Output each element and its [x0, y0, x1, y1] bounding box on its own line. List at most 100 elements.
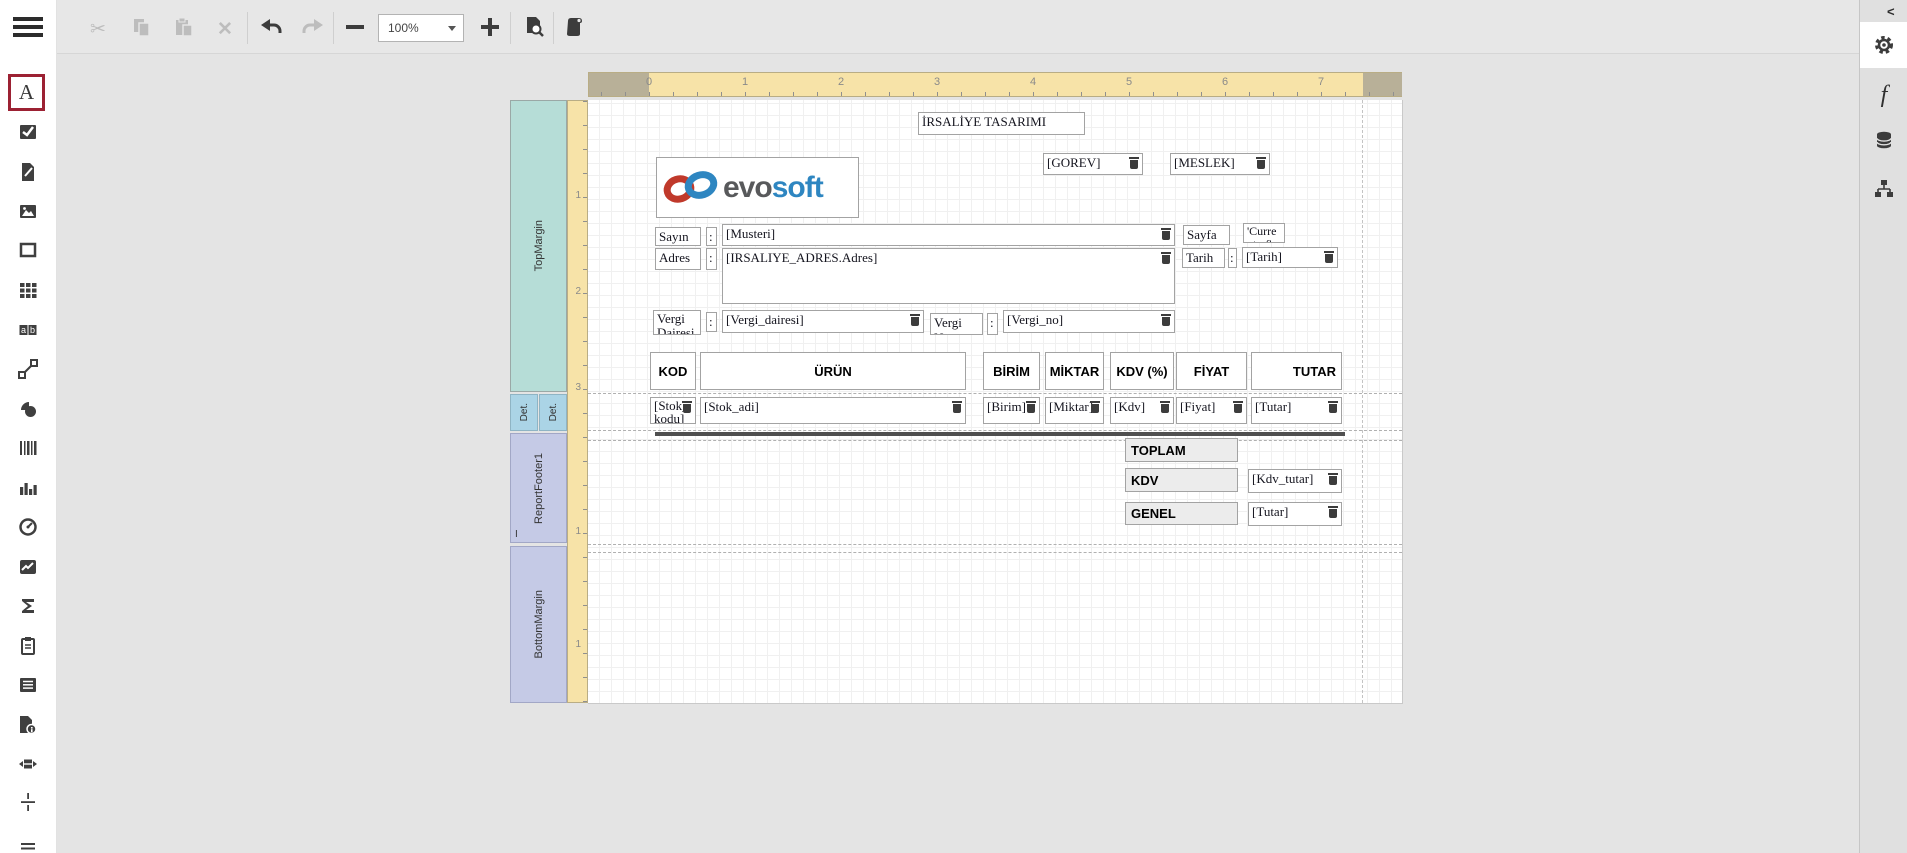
delete-field-icon[interactable]	[1129, 157, 1139, 169]
redo-button[interactable]	[300, 16, 326, 42]
report-explorer-tab[interactable]	[1860, 166, 1907, 212]
table-tool[interactable]	[17, 279, 39, 301]
undo-button[interactable]	[258, 16, 284, 42]
band-detail-report[interactable]: Det.	[510, 394, 538, 431]
stok-adi-field[interactable]: [Stok_adi]	[700, 397, 966, 424]
colon-box[interactable]: :	[706, 227, 717, 246]
header-tutar[interactable]: TUTAR	[1251, 352, 1342, 390]
report-title-field[interactable]: İRSALİYE TASARIMI	[918, 112, 1085, 135]
tutar-field[interactable]: [Tutar]	[1251, 397, 1342, 424]
vergi-dairesi-label[interactable]: Vergi Dairesi	[653, 310, 701, 335]
character-comb-tool[interactable]: ab	[17, 319, 39, 341]
pivot-tool[interactable]	[17, 635, 39, 657]
vergi-no-field[interactable]: [Vergi_no]	[1003, 310, 1175, 333]
vergi-dairesi-field[interactable]: [Vergi_dairesi]	[722, 310, 924, 333]
crossband-box-tool[interactable]	[17, 830, 39, 852]
kdv-total-label[interactable]: KDV	[1125, 468, 1238, 492]
genel-tutar-field[interactable]: [Tutar]	[1248, 502, 1342, 526]
header-urun[interactable]: ÜRÜN	[700, 352, 966, 390]
menu-button[interactable]	[13, 17, 43, 39]
musteri-field[interactable]: [Musteri]	[722, 224, 1175, 246]
delete-field-icon[interactable]	[1161, 252, 1171, 264]
stok-kodu-field[interactable]: [Stok_kodu]	[650, 397, 696, 424]
label-tool-selected[interactable]: A	[8, 74, 45, 111]
panel-tool[interactable]	[17, 239, 39, 261]
preview-button[interactable]	[521, 16, 547, 42]
adres-field[interactable]: [IRSALIYE_ADRES.Adres]	[722, 248, 1175, 304]
delete-field-icon[interactable]	[910, 314, 920, 326]
delete-field-icon[interactable]	[1233, 401, 1243, 413]
right-panel-rail: < f	[1859, 0, 1907, 853]
chart-tool[interactable]	[17, 477, 39, 499]
band-bottom-margin[interactable]: BottomMargin	[510, 546, 567, 703]
properties-tab[interactable]	[1860, 22, 1907, 68]
paste-button[interactable]	[170, 16, 196, 42]
delete-field-icon[interactable]	[1160, 401, 1170, 413]
delete-field-icon[interactable]	[1161, 314, 1171, 326]
sparkline-tool[interactable]	[17, 556, 39, 578]
delete-field-icon[interactable]	[1256, 157, 1266, 169]
birim-field[interactable]: [Birim]	[983, 397, 1040, 424]
delete-field-icon[interactable]	[1328, 506, 1338, 518]
sayin-label[interactable]: Sayın	[655, 227, 701, 246]
meslek-field[interactable]: [MESLEK]	[1170, 153, 1270, 175]
miktar-field[interactable]: [Miktar]	[1045, 397, 1104, 424]
gorev-field[interactable]: [GOREV]	[1043, 153, 1143, 175]
delete-field-icon[interactable]	[1026, 401, 1036, 413]
delete-field-icon[interactable]	[1090, 401, 1100, 413]
delete-field-icon[interactable]	[1324, 251, 1334, 263]
page-info-field[interactable]: 'Current of'	[1243, 223, 1285, 243]
band-report-footer[interactable]: ReportFooter1 I	[510, 433, 567, 543]
kdv-field[interactable]: [Kdv]	[1110, 397, 1174, 424]
colon-box[interactable]: :	[706, 312, 717, 332]
fiyat-field[interactable]: [Fiyat]	[1176, 397, 1247, 424]
checkbox-tool[interactable]	[17, 121, 39, 143]
logo-picture-box[interactable]: evosoft	[656, 157, 859, 218]
delete-field-icon[interactable]	[1328, 473, 1338, 485]
shape-tool[interactable]	[17, 398, 39, 420]
colon-box[interactable]: :	[706, 248, 717, 270]
header-kod[interactable]: KOD	[650, 352, 696, 390]
delete-field-icon[interactable]	[1328, 401, 1338, 413]
crossband-line-tool[interactable]	[17, 791, 39, 813]
gauge-tool[interactable]	[17, 516, 39, 538]
delete-field-icon[interactable]	[952, 401, 962, 413]
richtext-tool[interactable]	[17, 161, 39, 183]
band-detail[interactable]: Det.	[539, 394, 567, 431]
barcode-tool[interactable]	[17, 437, 39, 459]
cut-button[interactable]: ✂	[85, 16, 111, 42]
zoom-dropdown[interactable]: 100%	[378, 14, 464, 42]
colon-box[interactable]: :	[1228, 248, 1237, 268]
delete-button[interactable]: ✕	[212, 16, 238, 42]
header-fiyat[interactable]: FİYAT	[1176, 352, 1247, 390]
header-kdv[interactable]: KDV (%)	[1110, 352, 1174, 390]
zoom-out-button[interactable]	[342, 16, 368, 42]
picture-tool[interactable]	[17, 200, 39, 222]
delete-field-icon[interactable]	[682, 401, 692, 413]
vergi-no-label[interactable]: Vergi No	[930, 313, 983, 335]
header-miktar[interactable]: MİKTAR	[1045, 352, 1104, 390]
zoom-in-button[interactable]	[477, 16, 503, 42]
pagebreak-tool[interactable]	[17, 753, 39, 775]
data-sources-tab[interactable]	[1860, 118, 1907, 164]
tarih-field[interactable]: [Tarih]	[1242, 247, 1338, 268]
collapse-panel-button[interactable]: <	[1887, 4, 1895, 19]
scripts-button[interactable]	[562, 16, 588, 42]
summary-tool[interactable]	[17, 595, 39, 617]
sayfa-label[interactable]: Sayfa	[1183, 225, 1230, 245]
colon-box[interactable]: :	[987, 313, 998, 335]
line-control[interactable]	[655, 432, 1345, 436]
kdv-tutar-field[interactable]: [Kdv_tutar]	[1248, 469, 1342, 493]
toplam-label[interactable]: TOPLAM	[1125, 438, 1238, 462]
genel-label[interactable]: GENEL	[1125, 502, 1238, 525]
band-top-margin[interactable]: TopMargin	[510, 100, 567, 392]
delete-field-icon[interactable]	[1161, 228, 1171, 240]
tarih-label[interactable]: Tarih	[1182, 248, 1225, 268]
expressions-tab[interactable]: f	[1860, 72, 1907, 118]
header-birim[interactable]: BİRİM	[983, 352, 1040, 390]
subreport-tool[interactable]	[17, 674, 39, 696]
line-tool[interactable]	[17, 358, 39, 380]
adres-label[interactable]: Adres	[655, 248, 701, 270]
pageinfo-tool[interactable]	[17, 714, 39, 736]
copy-button[interactable]	[128, 16, 154, 42]
